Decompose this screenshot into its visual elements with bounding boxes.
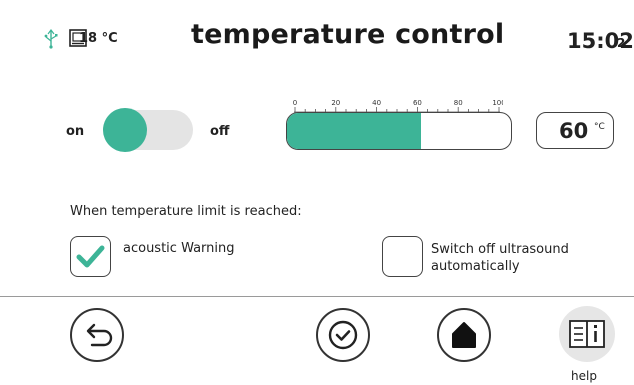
limit-heading: When temperature limit is reached: [70, 204, 302, 219]
back-icon [86, 323, 113, 347]
back-button[interactable] [70, 308, 124, 362]
slider-fill [287, 113, 422, 149]
confirm-button[interactable] [316, 308, 370, 362]
page-title: temperature control [191, 19, 505, 50]
confirm-check-icon [328, 320, 358, 350]
footer-divider [0, 296, 634, 297]
book-help-icon [569, 320, 605, 348]
temperature-limit-slider[interactable] [286, 112, 512, 150]
clock-suffix: 2 [617, 36, 626, 50]
temperature-limit-display[interactable]: 60 °C [536, 112, 614, 149]
switch-off-label-line2: automatically [431, 259, 520, 274]
current-temperature: 18 °C [79, 31, 118, 46]
scale-tick-label: 40 [372, 99, 381, 107]
help-label: help [571, 369, 597, 383]
toggle-off-label: off [210, 124, 230, 139]
scale-tick-label: 60 [413, 99, 422, 107]
acoustic-warning-label: acoustic Warning [123, 241, 235, 256]
temperature-limit-value: 60 [559, 119, 589, 143]
toggle-on-label: on [66, 124, 85, 139]
scale-tick-label: 0 [293, 99, 297, 107]
acoustic-warning-checkbox[interactable] [70, 236, 111, 277]
help-button[interactable] [559, 306, 615, 362]
temperature-unit: °C [594, 122, 605, 132]
usb-icon [44, 29, 58, 49]
check-icon [76, 245, 105, 268]
scale-tick-label: 80 [454, 99, 463, 107]
switch-off-label-line1: Switch off ultrasound [431, 242, 569, 257]
scale-tick-label: 100 [492, 99, 503, 107]
switch-off-ultrasound-checkbox[interactable] [382, 236, 423, 277]
scale-tick-label: 20 [331, 99, 340, 107]
switch-off-ultrasound-label: Switch off ultrasound automatically [431, 241, 569, 275]
toggle-knob[interactable] [103, 108, 147, 152]
home-icon [452, 322, 476, 348]
home-button[interactable] [437, 308, 491, 362]
